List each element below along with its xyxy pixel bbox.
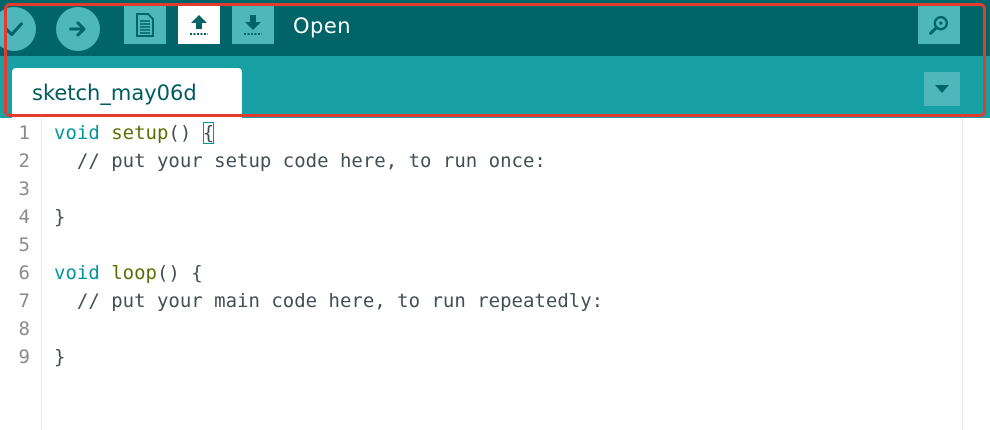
checkmark-icon bbox=[5, 22, 23, 37]
line-number: 4 bbox=[18, 206, 30, 228]
line-number: 6 bbox=[18, 262, 30, 284]
arrow-down-icon bbox=[244, 15, 262, 35]
code-keyword: void bbox=[54, 262, 100, 284]
line-number: 8 bbox=[18, 318, 30, 340]
code-text: () { bbox=[156, 262, 203, 284]
arrow-up-icon bbox=[190, 15, 208, 35]
code-keyword: void bbox=[54, 122, 100, 144]
code-function: loop bbox=[111, 262, 157, 284]
line-number: 5 bbox=[18, 234, 30, 256]
new-file-icon bbox=[136, 13, 154, 37]
open-button[interactable] bbox=[178, 6, 220, 44]
line-number: 2 bbox=[18, 150, 30, 172]
code-comment: // put your main code here, to run repea… bbox=[54, 290, 604, 312]
code-text: () bbox=[168, 122, 203, 144]
toolbar-hover-label: Open bbox=[293, 14, 352, 38]
editor-right-edge bbox=[962, 118, 963, 430]
magnifier-icon bbox=[929, 15, 949, 35]
triangle-down-icon bbox=[935, 85, 949, 93]
code-function: setup bbox=[111, 122, 169, 144]
verify-button[interactable] bbox=[0, 7, 36, 51]
code-line: void setup() { bbox=[54, 122, 215, 144]
arrow-right-icon bbox=[69, 21, 86, 37]
matched-brace: { bbox=[202, 122, 215, 144]
tab-menu-button[interactable] bbox=[924, 72, 960, 106]
line-number: 1 bbox=[18, 122, 30, 144]
line-number: 9 bbox=[18, 346, 30, 368]
code-comment: // put your setup code here, to run once… bbox=[54, 150, 546, 172]
code-line: } bbox=[54, 346, 66, 368]
tab-sketch[interactable]: sketch_may06d bbox=[12, 68, 242, 118]
code-line: } bbox=[54, 206, 66, 228]
line-number: 7 bbox=[18, 290, 30, 312]
serial-monitor-button[interactable] bbox=[918, 6, 960, 44]
new-button[interactable] bbox=[124, 6, 166, 44]
save-button[interactable] bbox=[232, 6, 274, 44]
line-number: 3 bbox=[18, 178, 30, 200]
code-line: void loop() { bbox=[54, 262, 203, 284]
code-editor[interactable]: 1 2 3 4 5 6 7 8 9 void setup() { // put … bbox=[0, 118, 990, 430]
tab-label: sketch_may06d bbox=[32, 81, 197, 105]
toolbar: Open bbox=[0, 0, 990, 56]
upload-button[interactable] bbox=[56, 7, 100, 51]
tab-bar: sketch_may06d bbox=[0, 56, 990, 118]
